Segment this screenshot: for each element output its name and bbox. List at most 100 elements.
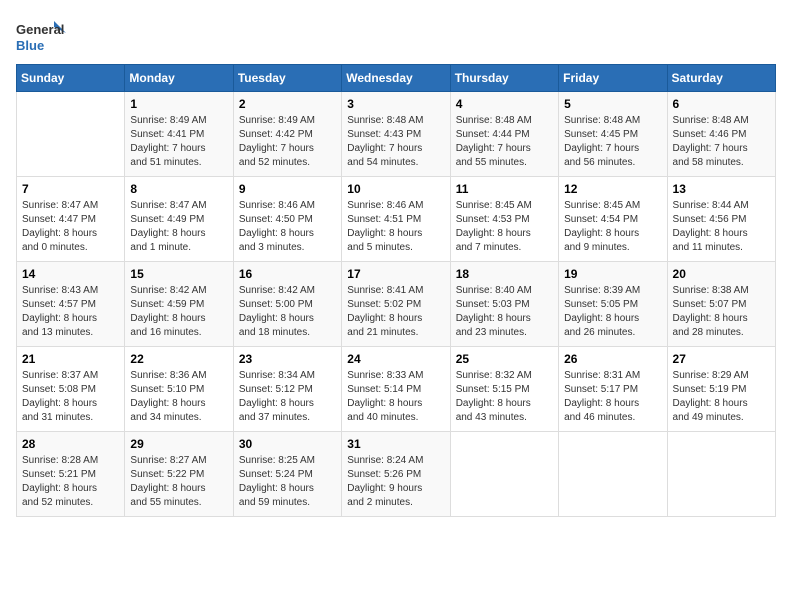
day-number: 25 (456, 352, 553, 366)
calendar-cell: 29Sunrise: 8:27 AMSunset: 5:22 PMDayligh… (125, 432, 233, 517)
cell-info: Sunset: 5:19 PM (673, 383, 770, 397)
cell-info: Daylight: 8 hours (564, 227, 661, 241)
cell-info: Sunset: 5:07 PM (673, 298, 770, 312)
cell-info: Sunrise: 8:48 AM (347, 114, 444, 128)
cell-info: Sunrise: 8:24 AM (347, 454, 444, 468)
day-number: 1 (130, 97, 227, 111)
calendar-cell: 12Sunrise: 8:45 AMSunset: 4:54 PMDayligh… (559, 177, 667, 262)
cell-info: Daylight: 8 hours (22, 397, 119, 411)
calendar-cell: 7Sunrise: 8:47 AMSunset: 4:47 PMDaylight… (17, 177, 125, 262)
day-number: 16 (239, 267, 336, 281)
cell-info: Sunrise: 8:34 AM (239, 369, 336, 383)
cell-info: and 56 minutes. (564, 156, 661, 170)
weekday-header-thursday: Thursday (450, 65, 558, 92)
day-number: 31 (347, 437, 444, 451)
cell-info: Sunset: 4:43 PM (347, 128, 444, 142)
cell-info: Sunset: 5:00 PM (239, 298, 336, 312)
cell-info: Sunset: 4:41 PM (130, 128, 227, 142)
cell-info: Sunrise: 8:48 AM (673, 114, 770, 128)
cell-info: Sunrise: 8:27 AM (130, 454, 227, 468)
cell-info: Daylight: 7 hours (239, 142, 336, 156)
cell-info: and 9 minutes. (564, 241, 661, 255)
cell-info: Sunrise: 8:47 AM (22, 199, 119, 213)
day-number: 24 (347, 352, 444, 366)
day-number: 21 (22, 352, 119, 366)
calendar-cell: 20 Sunrise: 8:38 AMSunset: 5:07 PMDayligh… (667, 262, 775, 347)
cell-info: Daylight: 7 hours (564, 142, 661, 156)
weekday-header-monday: Monday (125, 65, 233, 92)
cell-info: Daylight: 8 hours (347, 312, 444, 326)
cell-info: Daylight: 8 hours (239, 312, 336, 326)
cell-info: Daylight: 8 hours (673, 227, 770, 241)
calendar-cell: 6Sunrise: 8:48 AMSunset: 4:46 PMDaylight… (667, 92, 775, 177)
calendar-cell: 9Sunrise: 8:46 AMSunset: 4:50 PMDaylight… (233, 177, 341, 262)
cell-info: Sunrise: 8:36 AM (130, 369, 227, 383)
cell-info: Daylight: 8 hours (456, 312, 553, 326)
cell-info: Sunrise: 8:33 AM (347, 369, 444, 383)
day-number: 30 (239, 437, 336, 451)
calendar-cell: 1 Sunrise: 8:49 AMSunset: 4:41 PMDaylight… (125, 92, 233, 177)
cell-info: Sunrise: 8:31 AM (564, 369, 661, 383)
calendar-cell: 3Sunrise: 8:48 AMSunset: 4:43 PMDaylight… (342, 92, 450, 177)
cell-info: and 31 minutes. (22, 411, 119, 425)
cell-info: Sunrise: 8:39 AM (564, 284, 661, 298)
calendar-cell: 30Sunrise: 8:25 AMSunset: 5:24 PMDayligh… (233, 432, 341, 517)
calendar-cell: 17Sunrise: 8:41 AMSunset: 5:02 PMDayligh… (342, 262, 450, 347)
cell-info: Sunset: 5:03 PM (456, 298, 553, 312)
cell-info: Sunrise: 8:37 AM (22, 369, 119, 383)
cell-info: Sunset: 4:57 PM (22, 298, 119, 312)
calendar-cell: 25Sunrise: 8:32 AMSunset: 5:15 PMDayligh… (450, 347, 558, 432)
cell-info: Sunrise: 8:28 AM (22, 454, 119, 468)
cell-info: Daylight: 7 hours (347, 142, 444, 156)
weekday-header-wednesday: Wednesday (342, 65, 450, 92)
day-number: 20 (673, 267, 770, 281)
day-number: 13 (673, 182, 770, 196)
cell-info: and 0 minutes. (22, 241, 119, 255)
cell-info: and 40 minutes. (347, 411, 444, 425)
cell-info: and 51 minutes. (130, 156, 227, 170)
cell-info: Sunrise: 8:40 AM (456, 284, 553, 298)
cell-info: Sunset: 5:14 PM (347, 383, 444, 397)
cell-info: Sunset: 4:54 PM (564, 213, 661, 227)
cell-info: Sunrise: 8:42 AM (130, 284, 227, 298)
cell-info: Sunrise: 8:25 AM (239, 454, 336, 468)
cell-info: Sunset: 5:05 PM (564, 298, 661, 312)
cell-info: Daylight: 8 hours (673, 397, 770, 411)
cell-info: Daylight: 8 hours (673, 312, 770, 326)
calendar-cell: 18Sunrise: 8:40 AMSunset: 5:03 PMDayligh… (450, 262, 558, 347)
cell-info: Sunrise: 8:49 AM (130, 114, 227, 128)
cell-info: Daylight: 7 hours (130, 142, 227, 156)
calendar-cell: 24Sunrise: 8:33 AMSunset: 5:14 PMDayligh… (342, 347, 450, 432)
cell-info: Daylight: 8 hours (456, 397, 553, 411)
cell-info: Sunset: 4:42 PM (239, 128, 336, 142)
cell-info: Sunrise: 8:42 AM (239, 284, 336, 298)
cell-info: and 52 minutes. (239, 156, 336, 170)
calendar-cell: 10Sunrise: 8:46 AMSunset: 4:51 PMDayligh… (342, 177, 450, 262)
cell-info: Sunset: 4:45 PM (564, 128, 661, 142)
calendar-cell: 26Sunrise: 8:31 AMSunset: 5:17 PMDayligh… (559, 347, 667, 432)
header: GeneralBlue (16, 16, 776, 56)
cell-info: and 18 minutes. (239, 326, 336, 340)
cell-info: Sunrise: 8:38 AM (673, 284, 770, 298)
day-number: 28 (22, 437, 119, 451)
calendar-cell: 21Sunrise: 8:37 AMSunset: 5:08 PMDayligh… (17, 347, 125, 432)
cell-info: and 11 minutes. (673, 241, 770, 255)
day-number: 9 (239, 182, 336, 196)
cell-info: Sunset: 4:53 PM (456, 213, 553, 227)
day-number: 15 (130, 267, 227, 281)
cell-info: Sunset: 5:15 PM (456, 383, 553, 397)
cell-info: Daylight: 8 hours (564, 397, 661, 411)
cell-info: and 43 minutes. (456, 411, 553, 425)
cell-info: and 58 minutes. (673, 156, 770, 170)
cell-info: Sunrise: 8:41 AM (347, 284, 444, 298)
calendar-cell: 8Sunrise: 8:47 AMSunset: 4:49 PMDaylight… (125, 177, 233, 262)
day-number: 2 (239, 97, 336, 111)
cell-info: Sunrise: 8:48 AM (456, 114, 553, 128)
calendar-cell: 15Sunrise: 8:42 AMSunset: 4:59 PMDayligh… (125, 262, 233, 347)
day-number: 7 (22, 182, 119, 196)
cell-info: and 23 minutes. (456, 326, 553, 340)
logo-icon: GeneralBlue (16, 16, 66, 56)
cell-info: Daylight: 8 hours (347, 227, 444, 241)
calendar-cell: 13Sunrise: 8:44 AMSunset: 4:56 PMDayligh… (667, 177, 775, 262)
cell-info: and 21 minutes. (347, 326, 444, 340)
